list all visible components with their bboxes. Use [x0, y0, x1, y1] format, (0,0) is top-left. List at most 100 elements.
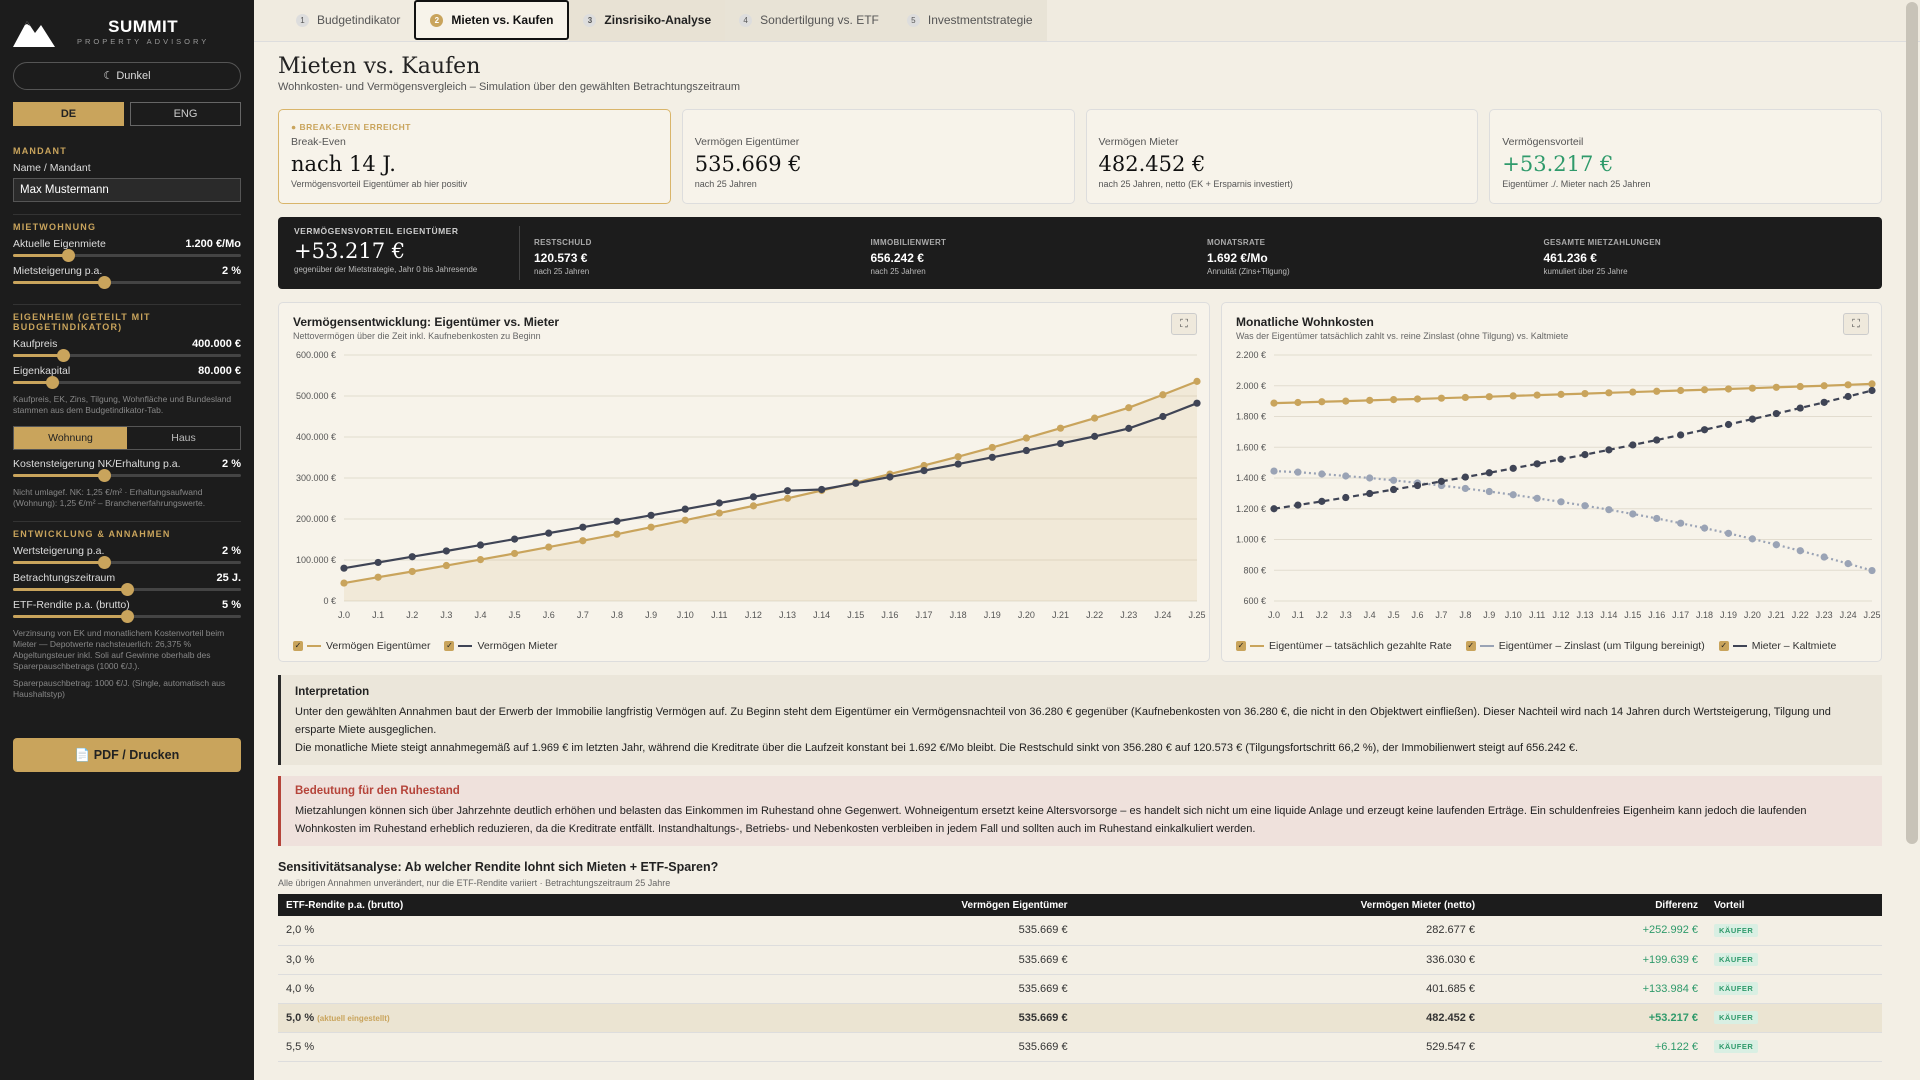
data-point	[340, 579, 348, 587]
lang-en-button[interactable]: ENG	[130, 102, 241, 126]
rent-slider[interactable]: Aktuelle Eigenmiete 1.200 €/Mo	[13, 238, 241, 265]
lang-de-button[interactable]: DE	[13, 102, 124, 126]
data-point	[1677, 431, 1685, 439]
data-point	[1366, 474, 1374, 482]
etf-note: Verzinsung von EK und monatlichem Kosten…	[13, 628, 225, 671]
series-line	[1273, 382, 1873, 405]
data-point	[1724, 529, 1733, 537]
period-value: 25 J.	[216, 572, 241, 584]
data-point	[1820, 398, 1828, 406]
data-point	[1270, 467, 1278, 475]
summary-item-label: GESAMTE MIETZAHLUNGEN	[1543, 238, 1661, 247]
data-point	[1796, 404, 1804, 412]
slider-handle[interactable]	[121, 610, 134, 623]
data-point	[1557, 390, 1565, 398]
data-point	[1844, 392, 1852, 401]
x-tick-label: J.6	[543, 610, 555, 620]
type-apartment-toggle[interactable]: Wohnung	[14, 427, 127, 449]
slider-handle[interactable]	[98, 276, 112, 289]
slider-handle[interactable]	[98, 556, 112, 569]
data-point	[1748, 415, 1756, 423]
rent-section-title: MIETWOHNUNG	[13, 222, 97, 232]
x-tick-label: J.15	[1624, 610, 1641, 620]
price-slider[interactable]: Kaufpreis 400.000 €	[13, 338, 241, 365]
data-point	[579, 537, 587, 545]
data-point	[1820, 553, 1828, 561]
tab-sondertilgung[interactable]: 4 Sondertilgung vs. ETF	[725, 0, 893, 41]
data-point	[374, 573, 382, 581]
pdf-print-button[interactable]: 📄 PDF / Drucken	[13, 738, 241, 772]
data-point	[1125, 424, 1133, 432]
tab-mieten-vs-kaufen[interactable]: 2 Mieten vs. Kaufen	[414, 0, 570, 40]
cell-difference: +53.217 €	[1483, 1003, 1706, 1033]
data-point	[681, 505, 689, 513]
cell-rate: 3,0 %	[278, 945, 695, 975]
data-point	[545, 529, 553, 537]
checkbox-icon[interactable]: ✓	[293, 641, 303, 651]
legend-item[interactable]: ✓ Vermögen Eigentümer	[293, 640, 430, 652]
type-house-toggle[interactable]: Haus	[127, 427, 240, 449]
summary-main-value: +53.217 €	[294, 239, 406, 263]
legend-item[interactable]: ✓ Mieter – Kaltmiete	[1718, 640, 1836, 652]
slider-handle[interactable]	[98, 469, 112, 482]
cost-increase-slider[interactable]: Kostensteigerung NK/Erhaltung p.a. 2 %	[13, 458, 241, 485]
equity-slider[interactable]: Eigenkapital 80.000 €	[13, 365, 241, 392]
appreciation-value: 2 %	[222, 545, 241, 557]
slider-handle[interactable]	[57, 349, 71, 362]
tab-budgetindikator[interactable]: 1 Budgetindikator	[282, 0, 414, 41]
appreciation-label: Wertsteigerung p.a.	[13, 545, 105, 557]
tab-number: 1	[296, 13, 309, 27]
wealth-chart-panel: 0 € 100.000 € 200.000 € 300.000 € 400.000 € 5…	[278, 302, 1210, 662]
slider-handle[interactable]	[121, 583, 134, 596]
summary-item-value: 120.573 €	[534, 251, 588, 265]
verdict-badge: KÄUFER	[1714, 1040, 1759, 1053]
data-point	[1796, 382, 1804, 391]
data-point	[1318, 470, 1326, 478]
checkbox-icon[interactable]: ✓	[1236, 641, 1246, 651]
expand-icon[interactable]: ⛶	[1843, 313, 1869, 335]
dark-mode-toggle[interactable]: ☾ Dunkel	[13, 62, 241, 90]
slider-handle[interactable]	[61, 249, 75, 262]
data-point	[1868, 386, 1876, 395]
x-tick-label: J.1	[1292, 610, 1304, 620]
expand-icon[interactable]: ⛶	[1171, 313, 1197, 335]
tab-zinsrisiko[interactable]: 3 Zinsrisiko-Analyse	[569, 0, 726, 41]
ownership-section-title: EIGENHEIM (GETEILT MIT BUDGETINDIKATOR)	[13, 312, 151, 332]
appreciation-slider[interactable]: Wertsteigerung p.a. 2 %	[13, 545, 241, 572]
data-point	[1533, 391, 1541, 399]
table-row: 5,5 % 535.669 € 529.547 € +6.122 € KÄUFE…	[278, 1032, 1882, 1062]
legend-swatch	[458, 645, 473, 647]
rent-increase-slider[interactable]: Mietsteigerung p.a. 2 %	[13, 265, 241, 292]
ownership-note: Kaufpreis, EK, Zins, Tilgung, Wohnfläche…	[13, 394, 232, 415]
tab-investmentstrategie[interactable]: 5 Investmentstrategie	[892, 0, 1047, 41]
price-value: 400.000 €	[192, 338, 241, 350]
checkbox-icon[interactable]: ✓	[444, 641, 455, 651]
data-point	[749, 493, 758, 501]
scrollbar[interactable]	[1906, 2, 1918, 844]
x-tick-label: J.3	[440, 610, 452, 620]
cell-verdict: KÄUFER	[1706, 916, 1882, 946]
legend-item[interactable]: ✓ Eigentümer – Zinslast (um Tilgung berei…	[1465, 640, 1705, 652]
period-slider[interactable]: Betrachtungszeitraum 25 J.	[13, 572, 241, 599]
checkbox-icon[interactable]: ✓	[1718, 641, 1729, 651]
x-tick-label: J.23	[1120, 610, 1137, 620]
etf-return-slider[interactable]: ETF-Rendite p.a. (brutto) 5 %	[13, 599, 241, 626]
checkbox-icon[interactable]: ✓	[1465, 641, 1476, 651]
data-point	[1125, 404, 1133, 412]
legend-item[interactable]: ✓ Vermögen Mieter	[444, 640, 557, 652]
y-tick-label: 500.000 €	[296, 391, 336, 401]
client-section-title: MANDANT	[13, 146, 67, 156]
data-point	[511, 549, 519, 558]
tab-number: 4	[739, 13, 753, 27]
data-point	[1557, 498, 1565, 506]
interpretation-text-2: Die monatliche Miete steigt annahmegemäß…	[295, 742, 1579, 754]
client-name-input[interactable]	[13, 178, 241, 202]
equity-label: Eigenkapital	[13, 365, 71, 377]
slider-handle[interactable]	[45, 376, 59, 389]
legend-item[interactable]: ✓ Eigentümer – tatsächlich gezahlte Rate	[1236, 640, 1452, 652]
cell-difference: +133.984 €	[1483, 974, 1706, 1004]
summary-bar: VERMÖGENSVORTEIL EIGENTÜMER +53.217 € ge…	[278, 217, 1882, 289]
kpi-sub: Eigentümer ./. Mieter nach 25 Jahren	[1502, 179, 1651, 189]
x-tick-label: J.18	[1696, 610, 1713, 620]
cell-renter-wealth: 336.030 €	[1075, 945, 1484, 975]
